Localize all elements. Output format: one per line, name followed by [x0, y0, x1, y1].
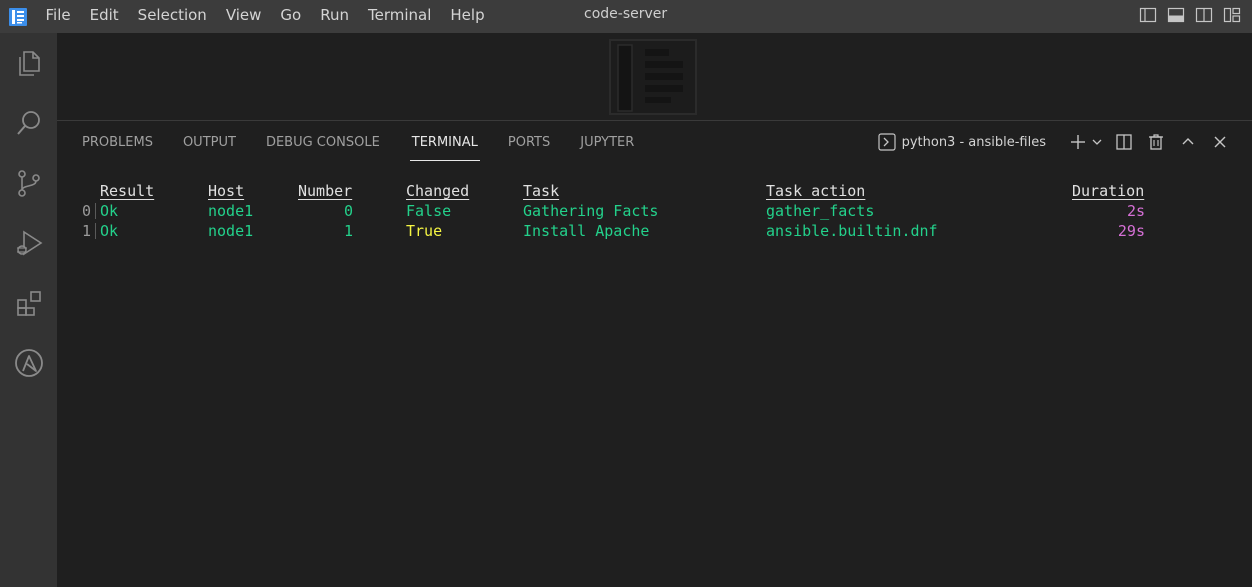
menu-terminal[interactable]: Terminal — [359, 0, 441, 33]
tab-jupyter[interactable]: JUPYTER — [566, 121, 648, 161]
tab-debug-console[interactable]: DEBUG CONSOLE — [252, 121, 394, 161]
menu-selection[interactable]: Selection — [128, 0, 216, 33]
header-changed: Changed — [406, 182, 470, 200]
terminal-output[interactable]: Result Host Number Changed Task Task act… — [57, 181, 1252, 241]
window-title: code-server — [584, 6, 668, 22]
code-server-watermark-icon — [609, 39, 697, 119]
cell-changed: True — [406, 222, 443, 240]
menu-edit[interactable]: Edit — [80, 0, 128, 33]
header-task-action: Task action — [766, 182, 866, 200]
panel-actions: python3 - ansible-files — [877, 121, 1232, 163]
cell-result: Ok — [100, 222, 119, 240]
toggle-panel-icon[interactable] — [1166, 5, 1186, 25]
row-index: 1 — [82, 222, 92, 240]
cell-number: 1 — [343, 222, 353, 240]
cell-changed: False — [406, 202, 452, 220]
terminal-icon — [877, 133, 896, 151]
trash-icon[interactable] — [1144, 130, 1168, 154]
tab-problems[interactable]: PROBLEMS — [82, 121, 167, 161]
header-result: Result — [100, 182, 155, 200]
header-duration: Duration — [1072, 182, 1145, 200]
close-panel-icon[interactable] — [1208, 130, 1232, 154]
table-row: 1 Ok node1 1 True Install Apache ansible… — [57, 221, 1252, 241]
cell-host: node1 — [208, 202, 254, 220]
menu-view[interactable]: View — [216, 0, 271, 33]
toggle-secondary-sidebar-icon[interactable] — [1194, 5, 1214, 25]
cell-task: Install Apache — [523, 222, 650, 240]
header-task: Task — [523, 182, 560, 200]
tab-terminal[interactable]: TERMINAL — [409, 121, 480, 161]
terminal-name: python3 - ansible-files — [901, 134, 1046, 150]
cell-duration: 29s — [1117, 222, 1145, 240]
title-bar: File Edit Selection View Go Run Terminal… — [0, 0, 1252, 33]
extensions-icon[interactable] — [0, 279, 57, 327]
search-icon[interactable] — [0, 99, 57, 147]
cell-host: node1 — [208, 222, 254, 240]
menu-run[interactable]: Run — [311, 0, 359, 33]
header-host: Host — [208, 182, 245, 200]
table-header-row: Result Host Number Changed Task Task act… — [57, 181, 1252, 201]
cell-task: Gathering Facts — [523, 202, 659, 220]
row-index: 0 — [82, 202, 92, 220]
ansible-icon[interactable] — [0, 339, 57, 387]
editor-area — [57, 33, 1252, 120]
tab-ports[interactable]: PORTS — [494, 121, 564, 161]
row-separator — [95, 223, 96, 239]
menu-file[interactable]: File — [36, 0, 80, 33]
code-server-logo-icon[interactable] — [0, 0, 36, 33]
customize-layout-icon[interactable] — [1222, 5, 1242, 25]
menu-bar: File Edit Selection View Go Run Terminal… — [36, 0, 494, 33]
chevron-down-icon[interactable] — [1090, 130, 1104, 154]
new-terminal-plus-icon[interactable] — [1068, 130, 1088, 154]
activity-bar — [0, 33, 57, 587]
menu-help[interactable]: Help — [441, 0, 494, 33]
explorer-icon[interactable] — [0, 39, 57, 87]
terminal-selector[interactable]: python3 - ansible-files — [877, 133, 1046, 151]
bottom-panel: PROBLEMS OUTPUT DEBUG CONSOLE TERMINAL P… — [57, 120, 1252, 587]
toggle-primary-sidebar-icon[interactable] — [1138, 5, 1158, 25]
cell-result: Ok — [100, 202, 119, 220]
cell-duration: 2s — [1126, 202, 1145, 220]
menu-go[interactable]: Go — [271, 0, 311, 33]
layout-controls — [1138, 5, 1242, 25]
table-row: 0 Ok node1 0 False Gathering Facts gathe… — [57, 201, 1252, 221]
maximize-panel-chevron-up-icon[interactable] — [1176, 130, 1200, 154]
split-terminal-icon[interactable] — [1112, 130, 1136, 154]
tab-output[interactable]: OUTPUT — [169, 121, 250, 161]
header-number: Number — [298, 182, 353, 200]
cell-number: 0 — [343, 202, 353, 220]
cell-task-action: ansible.builtin.dnf — [766, 222, 938, 240]
cell-task-action: gather_facts — [766, 202, 875, 220]
source-control-icon[interactable] — [0, 159, 57, 207]
panel-tabs: PROBLEMS OUTPUT DEBUG CONSOLE TERMINAL P… — [82, 121, 650, 163]
run-debug-icon[interactable] — [0, 219, 57, 267]
row-separator — [95, 203, 96, 219]
